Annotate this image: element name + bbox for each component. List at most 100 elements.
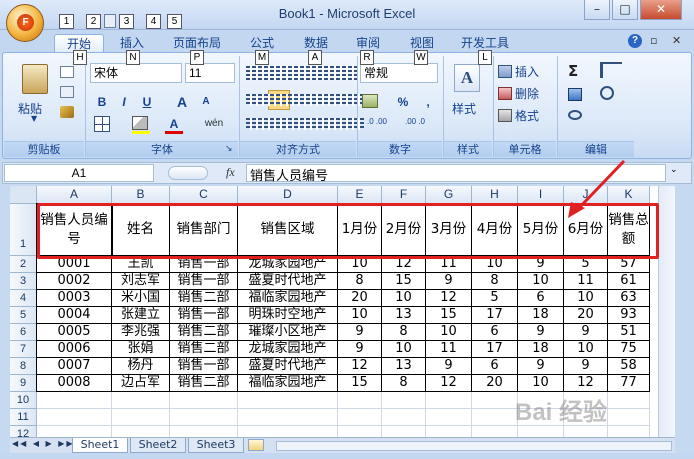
column-header-h[interactable]: H — [472, 186, 518, 204]
cell[interactable]: 8 — [338, 273, 382, 290]
cell[interactable]: 销售二部 — [170, 375, 238, 392]
row-header-1[interactable]: 1 — [10, 204, 37, 256]
grow-font-button[interactable]: A — [172, 92, 192, 112]
delete-cells-button[interactable]: 删除 — [515, 85, 539, 102]
cell[interactable] — [338, 426, 382, 437]
bold-button[interactable]: B — [92, 92, 112, 112]
row-header-7[interactable]: 7 — [10, 341, 37, 358]
cell[interactable]: 销售二部 — [170, 324, 238, 341]
column-header-e[interactable]: E — [338, 186, 382, 204]
cell[interactable]: 10 — [426, 324, 472, 341]
vertical-scrollbar[interactable] — [658, 186, 675, 437]
cell[interactable]: 12 — [426, 290, 472, 307]
column-header-g[interactable]: G — [426, 186, 472, 204]
format-painter-icon[interactable] — [60, 106, 74, 118]
cell[interactable] — [338, 409, 382, 426]
column-header-a[interactable]: A — [37, 186, 112, 204]
cell[interactable]: 9 — [426, 273, 472, 290]
cell[interactable]: 刘志军 — [112, 273, 170, 290]
cell[interactable] — [426, 409, 472, 426]
cell[interactable]: 福临家园地产 — [238, 290, 338, 307]
cell[interactable]: 17 — [472, 307, 518, 324]
find-select-icon[interactable] — [600, 86, 614, 100]
cell[interactable]: 0005 — [37, 324, 112, 341]
cell[interactable]: 58 — [608, 358, 650, 375]
styles-button[interactable]: 样式 — [452, 100, 476, 117]
chevron-down-icon[interactable]: ▼ — [31, 114, 37, 123]
comma-button[interactable]: , — [418, 92, 438, 112]
cell[interactable]: 15 — [338, 375, 382, 392]
name-box[interactable]: A1 — [4, 164, 154, 182]
cut-icon[interactable] — [60, 66, 74, 78]
cell[interactable] — [518, 426, 564, 437]
underline-button[interactable]: U — [137, 92, 157, 112]
cell[interactable]: 0004 — [37, 307, 112, 324]
cell[interactable]: 15 — [382, 273, 426, 290]
cell[interactable]: 8 — [472, 273, 518, 290]
column-header-b[interactable]: B — [112, 186, 170, 204]
cell[interactable]: 10 — [564, 290, 608, 307]
help-icon[interactable]: ? — [628, 34, 642, 48]
sort-filter-icon[interactable] — [600, 62, 622, 78]
cell[interactable]: 20 — [338, 290, 382, 307]
column-header-i[interactable]: I — [518, 186, 564, 204]
cell[interactable]: 10 — [564, 341, 608, 358]
cell[interactable] — [472, 426, 518, 437]
cell[interactable]: 米小国 — [112, 290, 170, 307]
vertical-align-icons[interactable] — [246, 66, 364, 80]
cell[interactable]: 10 — [518, 375, 564, 392]
cell[interactable]: 9 — [338, 341, 382, 358]
close-window-button[interactable]: ✕ — [640, 0, 682, 20]
minimize-button[interactable]: – — [584, 0, 610, 20]
cell[interactable]: 李兆强 — [112, 324, 170, 341]
cell[interactable] — [170, 392, 238, 409]
dialog-launcher-icon[interactable]: ↘ — [225, 144, 233, 154]
delete-cells-icon[interactable] — [498, 87, 512, 100]
cell[interactable]: 10 — [382, 290, 426, 307]
sheet-tab-sheet3[interactable]: Sheet3 — [188, 438, 244, 453]
ribbon-close-button[interactable]: ✕ — [672, 34, 681, 47]
insert-cells-icon[interactable] — [498, 65, 512, 78]
cell[interactable]: 8 — [382, 324, 426, 341]
decrease-decimal-button[interactable]: .00 .0 — [398, 116, 432, 136]
cell[interactable] — [382, 409, 426, 426]
cell[interactable]: 9 — [426, 358, 472, 375]
row-header-11[interactable]: 11 — [10, 409, 37, 426]
formula-expand-icon[interactable] — [168, 166, 208, 180]
row-header-8[interactable]: 8 — [10, 358, 37, 375]
column-header-f[interactable]: F — [382, 186, 426, 204]
cell[interactable] — [170, 426, 238, 437]
styles-icon[interactable]: A — [454, 64, 480, 92]
cell[interactable]: 杨丹 — [112, 358, 170, 375]
cell[interactable]: 8 — [382, 375, 426, 392]
cell[interactable]: 6 — [472, 324, 518, 341]
format-cells-icon[interactable] — [498, 109, 512, 122]
cell[interactable]: 77 — [608, 375, 650, 392]
cell[interactable]: 12 — [338, 358, 382, 375]
cell[interactable]: 10 — [382, 341, 426, 358]
cell[interactable]: 0002 — [37, 273, 112, 290]
column-header-c[interactable]: C — [170, 186, 238, 204]
cell[interactable]: 盛夏时代地产 — [238, 273, 338, 290]
row-header-6[interactable]: 6 — [10, 324, 37, 341]
column-header-k[interactable]: K — [608, 186, 650, 204]
maximize-button[interactable]: □ — [612, 0, 638, 20]
column-header-d[interactable]: D — [238, 186, 338, 204]
cell[interactable] — [472, 409, 518, 426]
cell[interactable]: 18 — [518, 341, 564, 358]
row-header-3[interactable]: 3 — [10, 273, 37, 290]
font-name-select[interactable]: 宋体 — [90, 63, 182, 83]
cell[interactable]: 9 — [564, 324, 608, 341]
cell[interactable]: 11 — [564, 273, 608, 290]
cell[interactable] — [238, 426, 338, 437]
cell[interactable] — [37, 409, 112, 426]
borders-icon[interactable] — [94, 116, 110, 132]
cell[interactable]: 0003 — [37, 290, 112, 307]
cell[interactable]: 63 — [608, 290, 650, 307]
cell[interactable]: 18 — [518, 307, 564, 324]
cell[interactable]: 13 — [382, 358, 426, 375]
cell[interactable] — [608, 409, 650, 426]
cell[interactable]: 20 — [472, 375, 518, 392]
sheet-nav-icons[interactable]: ◀◀ ◀ ▶ ▶▶ — [12, 439, 75, 448]
cell[interactable]: 9 — [518, 324, 564, 341]
